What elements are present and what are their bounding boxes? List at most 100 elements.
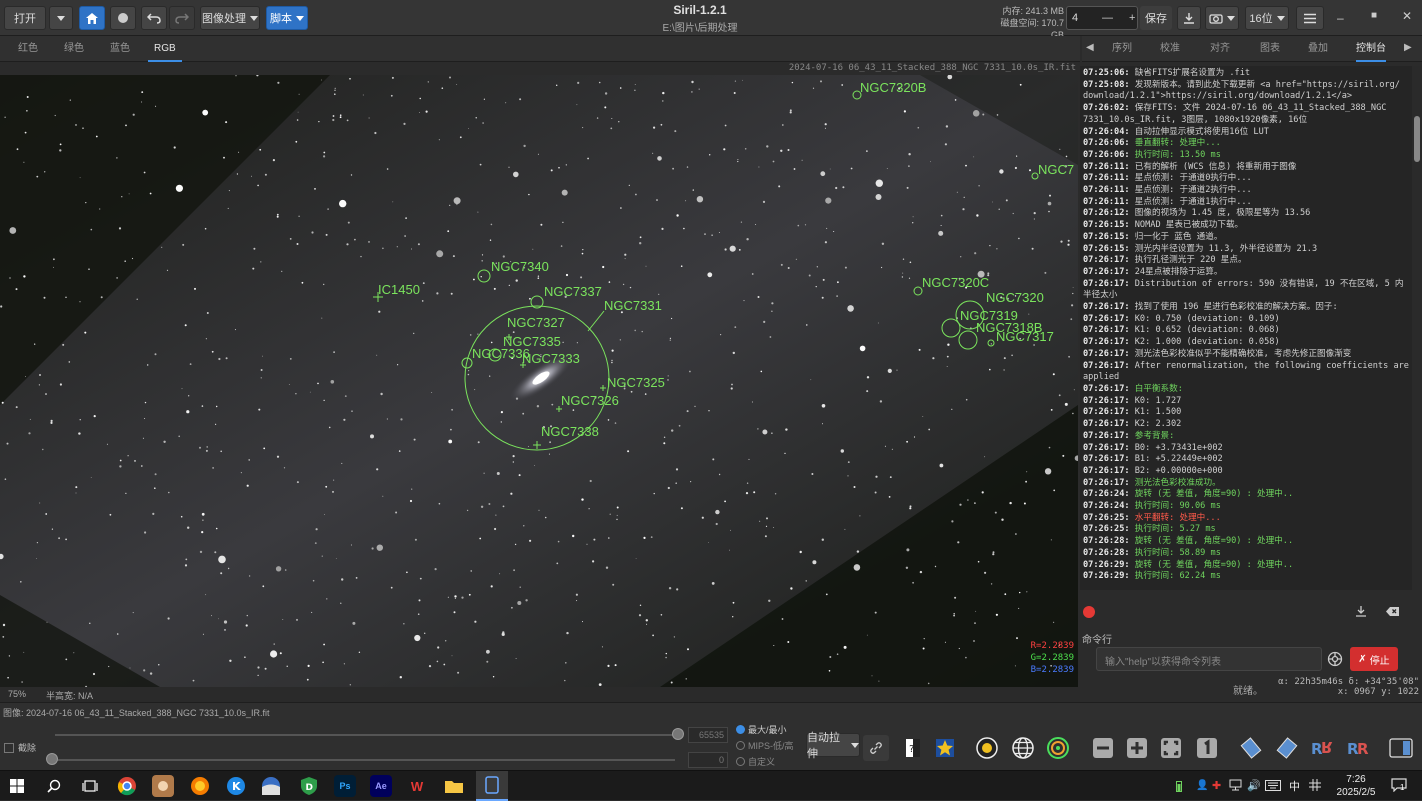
bitdepth-select[interactable]: 16位 [1245,6,1289,30]
app-icon-1[interactable] [152,775,174,797]
record-button[interactable] [110,6,136,30]
star [643,536,646,539]
annotate-button[interactable] [1045,735,1071,761]
radio-dot[interactable] [736,725,745,734]
tab-console[interactable]: 控制台 [1356,36,1386,62]
zoom-out-button[interactable] [1090,735,1116,761]
radio-mips[interactable]: MIPS-低/高 [736,739,794,752]
crop-checkbox[interactable]: 截除 [4,741,36,754]
volume-icon[interactable]: 🔊 [1247,779,1261,792]
zoom-100-button[interactable] [1194,735,1220,761]
app-icon-3[interactable] [260,775,282,797]
link-channels-button[interactable] [863,735,889,761]
rotate-right-button[interactable] [1274,735,1300,761]
open-menu-button[interactable] [49,6,73,30]
radio-dot[interactable] [736,741,745,750]
minus-icon[interactable]: — [1102,12,1113,24]
checkbox-box[interactable] [4,742,14,753]
zoom-fit-button[interactable] [1158,735,1184,761]
command-input[interactable]: 输入"help"以获得命令列表 [1096,647,1322,671]
tab-plot[interactable]: 图表 [1260,36,1280,62]
tab-registration[interactable]: 对齐 [1210,36,1230,62]
ime-grid-icon[interactable] [1309,779,1321,794]
zoom-in-button[interactable] [1124,735,1150,761]
console-scrollbar[interactable] [1412,66,1422,590]
task-view-icon[interactable] [79,775,101,797]
max-value-field[interactable]: 65535 [688,727,728,743]
input-language[interactable]: 中 [1289,778,1300,794]
script-menu[interactable]: 脚本 [266,6,308,30]
radio-dot[interactable] [736,757,745,766]
photoshop-icon[interactable]: Ps [334,775,356,797]
siril-taskbar-icon[interactable] [476,771,508,801]
star [757,428,759,430]
max-slider-knob[interactable] [672,728,684,740]
star-mode-button[interactable] [932,735,958,761]
undo-button[interactable] [141,6,167,30]
snapshot-button[interactable] [1205,6,1239,30]
windows-start-icon[interactable] [6,775,28,797]
stop-button[interactable]: ✗ 停止 [1350,647,1398,671]
max-slider[interactable] [55,734,675,736]
save-log-icon[interactable] [1355,605,1367,620]
tab-blue[interactable]: 蓝色 [104,36,136,62]
tab-calibration[interactable]: 校准 [1160,36,1180,62]
rotate-left-button[interactable] [1238,735,1264,761]
wps-icon[interactable]: W [406,775,428,797]
min-slider-knob[interactable] [46,753,58,765]
photometry-button[interactable] [974,735,1000,761]
console-log[interactable]: 07:25:06: 缺省FITS扩展名设置为 .fit 07:25:08: 发现新… [1080,66,1412,590]
app-icon-k[interactable]: K [225,775,247,797]
radio-custom[interactable]: 自定义 [736,755,775,768]
wcs-grid-button[interactable] [1010,735,1036,761]
clear-log-icon[interactable] [1385,606,1400,620]
stretch-mode-select[interactable]: 自动拉伸 [806,732,860,760]
toggle-panel-button[interactable] [1388,735,1414,761]
after-effects-icon[interactable]: Ae [370,775,392,797]
chevron-left-icon[interactable]: ◀ [1086,42,1094,53]
redo-button[interactable] [169,6,195,30]
minimize-icon[interactable]: – [1337,11,1344,25]
open-button[interactable]: 打开 [4,6,46,30]
file-explorer-icon[interactable] [443,775,465,797]
app-icon-d[interactable]: D [298,775,320,797]
network-icon[interactable] [1229,779,1242,794]
coordinate-readout: α: 22h35m46s δ: +34°35'08" x: 0967 y: 10… [1278,677,1419,697]
save-button[interactable]: 保存 [1140,6,1172,30]
scrollbar-thumb[interactable] [1414,116,1420,162]
command-help-icon[interactable] [1327,651,1343,670]
system-clock[interactable]: 7:26 2025/2/5 [1330,773,1382,799]
keyboard-icon[interactable] [1265,780,1281,794]
astro-image[interactable]: NGC7320B NGC7 NGC7340 IC1450 NGC7337NGC7331 N… [0,75,1078,687]
close-icon[interactable]: ✕ [1402,9,1412,23]
search-icon[interactable] [43,775,65,797]
star [908,277,911,279]
home-button[interactable] [79,6,105,30]
image-viewer[interactable]: NGC7320B NGC7 NGC7340 IC1450 NGC7337 NGC7331 N… [0,75,1078,687]
mirror-y-button[interactable]: RR [1344,735,1370,761]
save-as-button[interactable] [1177,6,1201,30]
tab-green[interactable]: 绿色 [58,36,90,62]
negative-view-button[interactable]: ? [900,735,926,761]
app-icon-2[interactable] [189,775,211,797]
tab-stacking[interactable]: 叠加 [1308,36,1328,62]
chevron-right-icon[interactable]: ▶ [1404,42,1412,53]
plus-icon[interactable]: + [1129,12,1135,24]
maximize-icon[interactable]: ■ [1371,10,1377,21]
chrome-icon[interactable] [116,775,138,797]
tab-rgb[interactable]: RGB [148,36,182,62]
people-icon[interactable]: 👤 [1196,780,1208,791]
radio-max-min[interactable]: 最大/最小 [736,723,787,736]
image-processing-menu[interactable]: 图像处理 [200,6,260,30]
min-slider[interactable] [55,759,675,761]
main-menu-button[interactable] [1296,6,1324,30]
notification-icon[interactable]: 1 [1391,778,1407,795]
thread-count-spinner[interactable]: 4 — + [1066,6,1138,30]
tab-red[interactable]: 红色 [12,36,44,62]
battery-icon[interactable] [1176,780,1182,795]
tab-sequence[interactable]: 序列 [1112,36,1132,62]
min-value-field[interactable]: 0 [688,752,728,768]
mirror-x-button[interactable]: RR [1308,735,1334,761]
antivirus-icon[interactable]: ✚ [1212,779,1221,792]
star [549,441,551,444]
